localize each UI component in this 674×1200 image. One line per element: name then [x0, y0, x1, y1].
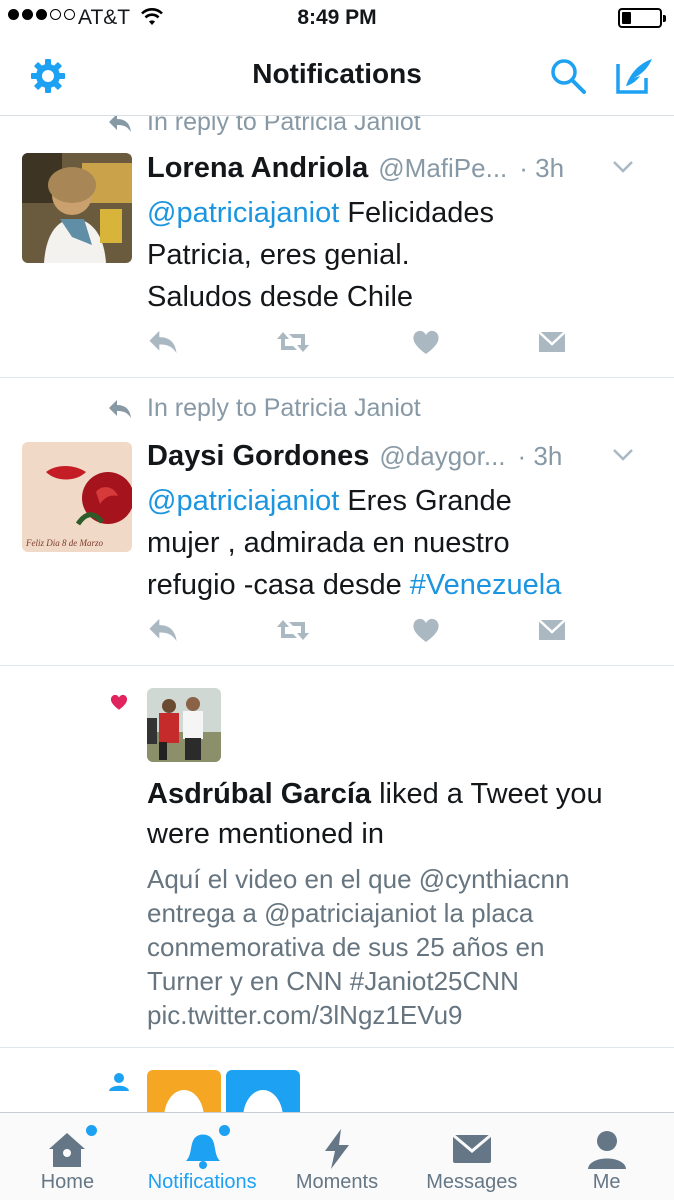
- tab-bar: Home Notifications Moments Messages Me: [0, 1112, 674, 1200]
- tab-label: Notifications: [147, 1171, 257, 1193]
- tab-moments[interactable]: Moments: [270, 1113, 405, 1200]
- tweet-actions: [147, 328, 567, 362]
- heart-icon: [110, 694, 128, 710]
- activity-title: Asdrúbal García liked a Tweet you were m…: [147, 778, 603, 850]
- tweet-text: @patriciajaniot Felicidades Patricia, er…: [147, 197, 495, 313]
- notifications-feed[interactable]: In reply to Patricia Janiot Lorena Andri…: [0, 116, 674, 1112]
- envelope-icon: [451, 1133, 492, 1163]
- navigation-bar: Notifications: [0, 38, 674, 116]
- tweet[interactable]: Lorena Andriola @MafiPe... · 3h @patrici…: [0, 116, 674, 378]
- home-icon: [49, 1133, 86, 1167]
- heart-icon[interactable]: [411, 616, 441, 644]
- tab-me[interactable]: Me: [539, 1113, 674, 1200]
- avatar[interactable]: [147, 1070, 221, 1112]
- tweet-actions: [147, 616, 567, 650]
- tab-notifications[interactable]: Notifications: [135, 1113, 270, 1200]
- battery-icon: [618, 8, 666, 28]
- actor-name[interactable]: Asdrúbal García: [147, 778, 371, 810]
- timestamp: · 3h: [517, 441, 563, 471]
- chevron-down-icon[interactable]: [612, 448, 634, 462]
- compose-icon[interactable]: [614, 56, 654, 96]
- follow-notification[interactable]: [0, 1048, 674, 1112]
- quoted-tweet-text[interactable]: Aquí el video en el que @cynthiacnn entr…: [147, 862, 654, 1032]
- direct-message-icon[interactable]: [537, 616, 567, 644]
- tab-label: Moments: [295, 1171, 379, 1193]
- reply-context-text: In reply to Patricia Janiot: [147, 394, 421, 422]
- display-name[interactable]: Lorena Andriola: [147, 152, 368, 185]
- reply-icon[interactable]: [147, 616, 179, 644]
- retweet-icon[interactable]: [275, 616, 311, 644]
- avatar[interactable]: [147, 688, 221, 762]
- chevron-down-icon[interactable]: [612, 160, 634, 174]
- status-bar: AT&T 8:49 PM: [0, 0, 674, 38]
- heart-icon[interactable]: [411, 328, 441, 356]
- person-icon: [109, 1073, 129, 1091]
- tweet[interactable]: In reply to Patricia Janiot Feliz Dia 8 …: [0, 378, 674, 666]
- clock: 8:49 PM: [297, 6, 377, 29]
- tweet-text: @patriciajaniot Eres Grande mujer , admi…: [147, 485, 562, 601]
- hashtag-link[interactable]: #Venezuela: [410, 569, 562, 601]
- person-icon: [587, 1131, 626, 1169]
- notification-dot: [218, 1125, 230, 1136]
- user-handle: @daygor...: [379, 441, 506, 471]
- user-handle: @MafiPe...: [378, 153, 508, 183]
- avatar[interactable]: [22, 153, 132, 263]
- direct-message-icon[interactable]: [537, 328, 567, 356]
- svg-text:Feliz Dia 8 de Marzo: Feliz Dia 8 de Marzo: [25, 538, 103, 548]
- display-name[interactable]: Daysi Gordones: [147, 440, 369, 473]
- retweet-icon[interactable]: [275, 328, 311, 356]
- reply-context[interactable]: In reply to Patricia Janiot: [107, 394, 421, 423]
- tab-home[interactable]: Home: [0, 1113, 135, 1200]
- like-notification[interactable]: Asdrúbal García liked a Tweet you were m…: [0, 666, 674, 1048]
- bell-icon: [186, 1134, 221, 1169]
- avatar[interactable]: Feliz Dia 8 de Marzo: [22, 442, 132, 552]
- timestamp: · 3h: [519, 153, 565, 183]
- reply-icon[interactable]: [147, 328, 179, 356]
- avatar[interactable]: [226, 1070, 300, 1112]
- search-icon[interactable]: [548, 56, 588, 96]
- lightning-icon: [324, 1129, 349, 1169]
- tab-messages[interactable]: Messages: [404, 1113, 539, 1200]
- tab-label: Me: [592, 1171, 621, 1193]
- reply-icon: [109, 399, 131, 418]
- tab-label: Messages: [426, 1171, 518, 1193]
- notification-dot: [86, 1125, 97, 1136]
- mention-link[interactable]: @patriciajaniot: [147, 197, 339, 229]
- mention-link[interactable]: @patriciajaniot: [147, 485, 339, 517]
- tab-label: Home: [40, 1171, 95, 1193]
